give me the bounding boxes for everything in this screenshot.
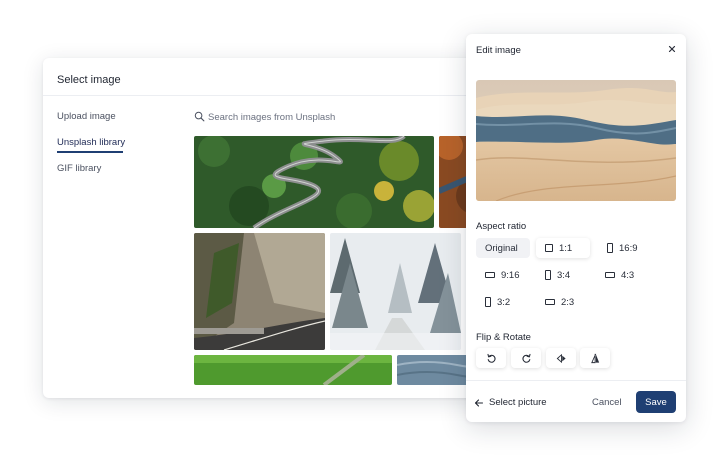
search-icon — [194, 111, 205, 122]
select-picture-back-link[interactable]: Select picture — [474, 397, 547, 408]
aspect-ratio-4-3[interactable]: 4:3 — [596, 265, 656, 285]
rotate-left-button[interactable] — [476, 348, 506, 368]
aspect-ratio-original[interactable]: Original — [476, 238, 530, 258]
flip-rotate-title: Flip & Rotate — [476, 332, 531, 343]
aspect-ratio-3-4[interactable]: 3:4 — [536, 265, 590, 285]
save-button[interactable]: Save — [636, 391, 676, 413]
portrait-icon — [485, 297, 491, 307]
image-preview — [476, 80, 676, 201]
landscape-icon — [605, 272, 615, 278]
sidebar-item-upload[interactable]: Upload image — [57, 111, 116, 122]
unsplash-thumbnail[interactable] — [194, 355, 392, 385]
flip-vertical-icon — [590, 353, 599, 363]
aspect-ratio-label: 9:16 — [501, 269, 520, 281]
sidebar-item-gif[interactable]: GIF library — [57, 163, 101, 174]
select-dialog-header: Select image — [43, 58, 503, 96]
aspect-ratio-label: 3:4 — [557, 269, 571, 281]
aspect-ratio-2-3[interactable]: 2:3 — [536, 292, 590, 312]
aspect-ratio-label: 2:3 — [561, 296, 575, 308]
unsplash-thumbnail[interactable] — [330, 233, 461, 350]
rotate-right-button[interactable] — [511, 348, 541, 368]
aspect-ratio-1-1[interactable]: 1:1 — [536, 238, 590, 258]
rotate-left-icon — [486, 353, 496, 363]
unsplash-thumbnail[interactable] — [194, 233, 325, 350]
landscape-icon — [485, 272, 495, 278]
aspect-ratio-16-9[interactable]: 16:9 — [598, 238, 658, 258]
landscape-icon — [545, 299, 555, 305]
edit-image-panel: Edit image Aspect ratio Original 1:1 16:… — [466, 34, 686, 422]
aspect-ratio-title: Aspect ratio — [476, 221, 527, 232]
rotate-right-icon — [521, 353, 531, 363]
unsplash-thumbnail[interactable] — [194, 136, 434, 228]
aspect-ratio-label: 3:2 — [497, 296, 511, 308]
search-input[interactable] — [208, 110, 468, 124]
flip-horizontal-button[interactable] — [546, 348, 576, 368]
select-image-dialog: Select image Upload image Unsplash libra… — [43, 58, 503, 398]
cancel-button[interactable]: Cancel — [592, 397, 622, 408]
aspect-ratio-label: 1:1 — [559, 242, 573, 254]
portrait-icon — [607, 243, 613, 253]
sidebar-item-unsplash[interactable]: Unsplash library — [57, 137, 125, 148]
aspect-ratio-label: Original — [485, 242, 518, 254]
aspect-ratio-9-16[interactable]: 9:16 — [476, 265, 530, 285]
flip-vertical-button[interactable] — [580, 348, 610, 368]
aspect-ratio-3-2[interactable]: 3:2 — [476, 292, 530, 312]
flip-horizontal-icon — [556, 353, 566, 363]
back-link-label: Select picture — [489, 397, 547, 408]
portrait-icon — [545, 270, 551, 280]
footer-divider — [466, 380, 686, 381]
close-icon[interactable] — [666, 43, 678, 55]
edit-panel-title: Edit image — [476, 45, 521, 56]
aspect-ratio-label: 4:3 — [621, 269, 635, 281]
active-tab-indicator — [57, 151, 123, 153]
aspect-ratio-label: 16:9 — [619, 242, 638, 254]
select-dialog-title: Select image — [57, 74, 121, 86]
search-bar — [194, 110, 474, 124]
arrow-left-icon — [474, 398, 484, 407]
square-icon — [545, 244, 553, 252]
